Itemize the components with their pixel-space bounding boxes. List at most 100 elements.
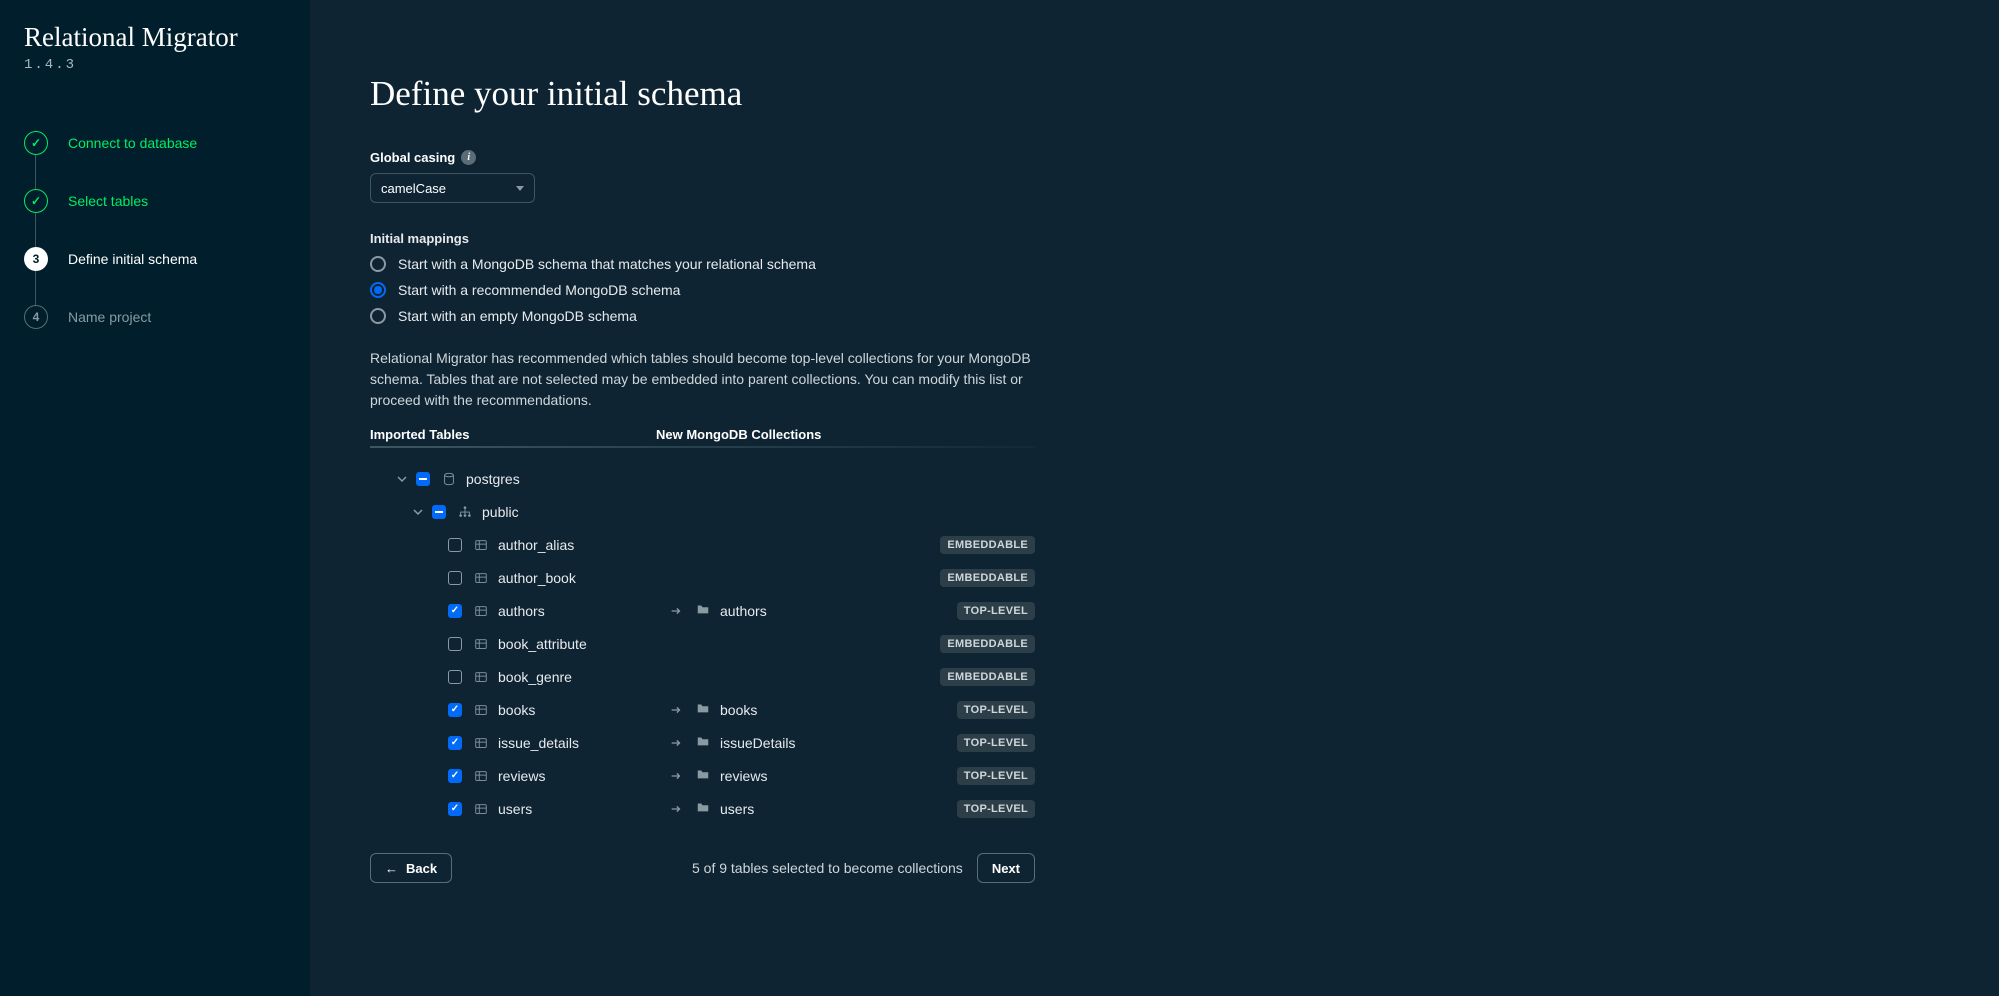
table-checkbox[interactable] <box>448 670 462 684</box>
folder-icon <box>696 701 710 718</box>
table-name: book_attribute <box>498 636 587 652</box>
table-icon <box>474 802 488 816</box>
level-badge: TOP-LEVEL <box>957 734 1035 752</box>
tree-database-row[interactable]: postgres <box>370 462 1035 495</box>
step-select-tables[interactable]: ✓ Select tables <box>24 189 286 247</box>
table-checkbox[interactable] <box>448 736 462 750</box>
level-badge: EMBEDDABLE <box>940 635 1035 653</box>
schema-icon <box>458 505 472 519</box>
arrow-right-icon <box>656 703 696 717</box>
arrow-right-icon <box>656 802 696 816</box>
table-name: book_genre <box>498 669 572 685</box>
step-connect[interactable]: ✓ Connect to database <box>24 131 286 189</box>
collection-name: users <box>720 801 754 817</box>
table-row: books books TOP-LEVEL <box>370 693 1035 726</box>
chevron-down-icon[interactable] <box>412 506 426 518</box>
arrow-right-icon <box>656 736 696 750</box>
table-name: author_book <box>498 570 576 586</box>
app-version: 1.4.3 <box>24 57 286 73</box>
folder-icon <box>696 800 710 817</box>
table-row: reviews reviews TOP-LEVEL <box>370 759 1035 792</box>
table-checkbox[interactable] <box>448 571 462 585</box>
table-icon <box>474 769 488 783</box>
table-headers: Imported Tables New MongoDB Collections <box>370 427 1035 448</box>
level-badge: TOP-LEVEL <box>957 767 1035 785</box>
table-row: issue_details issueDetails TOP-LEVEL <box>370 726 1035 759</box>
table-icon <box>474 538 488 552</box>
table-icon <box>474 670 488 684</box>
back-button[interactable]: ← Back <box>370 853 452 883</box>
recommendation-description: Relational Migrator has recommended whic… <box>370 348 1035 411</box>
folder-icon <box>696 767 710 784</box>
chevron-down-icon <box>516 186 524 191</box>
chevron-down-icon[interactable] <box>396 473 410 485</box>
checkbox-indeterminate[interactable] <box>432 505 446 519</box>
step-define-schema[interactable]: 3 Define initial schema <box>24 247 286 305</box>
new-collections-header: New MongoDB Collections <box>656 427 821 442</box>
select-value: camelCase <box>381 181 446 196</box>
table-name: books <box>498 702 535 718</box>
check-icon: ✓ <box>24 131 48 155</box>
collection-name: reviews <box>720 768 767 784</box>
folder-icon <box>696 734 710 751</box>
table-checkbox[interactable] <box>448 604 462 618</box>
table-row: book_genre EMBEDDABLE <box>370 660 1035 693</box>
table-row: authors authors TOP-LEVEL <box>370 594 1035 627</box>
sidebar: Relational Migrator 1.4.3 ✓ Connect to d… <box>0 0 310 996</box>
collection-name: books <box>720 702 757 718</box>
mapping-option-empty[interactable]: Start with an empty MongoDB schema <box>370 308 1035 324</box>
level-badge: TOP-LEVEL <box>957 602 1035 620</box>
main-content: Define your initial schema Global casing… <box>310 0 1999 996</box>
mapping-option-recommended[interactable]: Start with a recommended MongoDB schema <box>370 282 1035 298</box>
tree-schema-row[interactable]: public <box>370 495 1035 528</box>
next-button[interactable]: Next <box>977 853 1035 883</box>
level-badge: TOP-LEVEL <box>957 800 1035 818</box>
tables-tree: postgres public <box>370 462 1035 825</box>
steps-list: ✓ Connect to database ✓ Select tables 3 … <box>24 131 286 363</box>
imported-tables-header: Imported Tables <box>370 427 656 442</box>
info-icon[interactable]: i <box>461 150 476 165</box>
global-casing-select[interactable]: camelCase <box>370 173 535 203</box>
table-name: users <box>498 801 532 817</box>
app-title: Relational Migrator <box>24 22 286 53</box>
table-icon <box>474 736 488 750</box>
table-checkbox[interactable] <box>448 802 462 816</box>
selection-count: 5 of 9 tables selected to become collect… <box>692 860 963 876</box>
step-number: 4 <box>24 305 48 329</box>
arrow-right-icon <box>656 604 696 618</box>
table-row: author_alias EMBEDDABLE <box>370 528 1035 561</box>
radio-icon <box>370 282 386 298</box>
table-row: users users TOP-LEVEL <box>370 792 1035 825</box>
table-icon <box>474 703 488 717</box>
level-badge: EMBEDDABLE <box>940 536 1035 554</box>
table-name: authors <box>498 603 545 619</box>
table-row: author_book EMBEDDABLE <box>370 561 1035 594</box>
step-number: 3 <box>24 247 48 271</box>
database-icon <box>442 472 456 486</box>
level-badge: EMBEDDABLE <box>940 668 1035 686</box>
table-name: author_alias <box>498 537 574 553</box>
table-checkbox[interactable] <box>448 637 462 651</box>
page-title: Define your initial schema <box>370 74 1035 114</box>
mapping-option-matches[interactable]: Start with a MongoDB schema that matches… <box>370 256 1035 272</box>
radio-icon <box>370 308 386 324</box>
step-name-project: 4 Name project <box>24 305 286 363</box>
collection-name: issueDetails <box>720 735 795 751</box>
checkbox-indeterminate[interactable] <box>416 472 430 486</box>
table-icon <box>474 571 488 585</box>
level-badge: EMBEDDABLE <box>940 569 1035 587</box>
database-name: postgres <box>466 471 520 487</box>
table-icon <box>474 637 488 651</box>
table-checkbox[interactable] <box>448 769 462 783</box>
table-checkbox[interactable] <box>448 703 462 717</box>
check-icon: ✓ <box>24 189 48 213</box>
footer-bar: ← Back 5 of 9 tables selected to become … <box>370 853 1035 883</box>
table-name: issue_details <box>498 735 579 751</box>
table-row: book_attribute EMBEDDABLE <box>370 627 1035 660</box>
folder-icon <box>696 602 710 619</box>
collection-name: authors <box>720 603 767 619</box>
arrow-right-icon <box>656 769 696 783</box>
table-checkbox[interactable] <box>448 538 462 552</box>
level-badge: TOP-LEVEL <box>957 701 1035 719</box>
table-icon <box>474 604 488 618</box>
